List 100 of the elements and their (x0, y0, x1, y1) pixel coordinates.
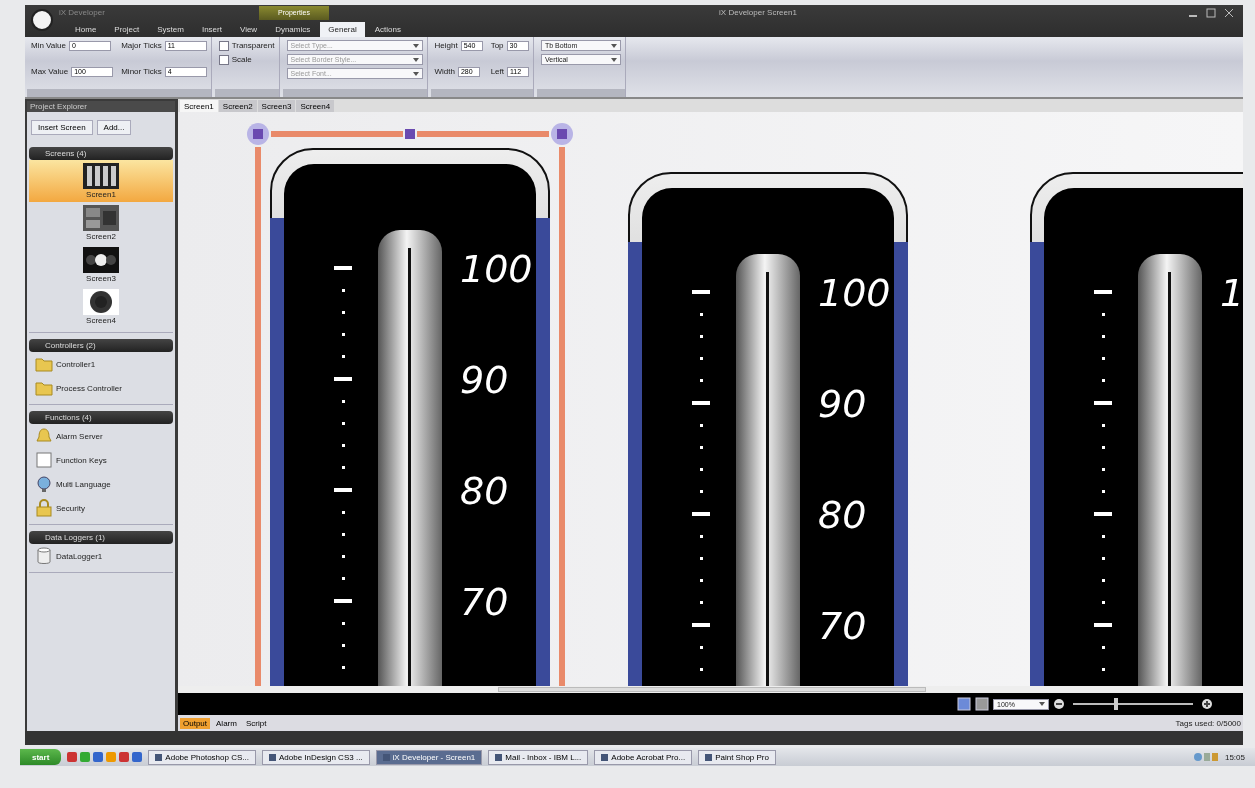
database-icon (35, 547, 53, 565)
screen-item[interactable]: Screen2 (29, 202, 173, 244)
field-label: Major Ticks (121, 41, 162, 50)
item-label: Function Keys (56, 455, 107, 465)
menu-tab[interactable]: System (149, 22, 192, 37)
item-label: DataLogger1 (56, 551, 103, 561)
scale-label: 80 (460, 469, 509, 513)
horizontal-scrollbar[interactable] (178, 686, 1243, 693)
field-label: Width (434, 67, 455, 76)
app-icon (132, 752, 143, 762)
app-icon (106, 752, 117, 762)
field-label: Top (490, 41, 504, 50)
quick-access-title: iX Developer (59, 8, 105, 17)
field-label: Minor Ticks (121, 67, 162, 76)
screen-thumbnail (83, 247, 119, 273)
list-item[interactable]: DataLogger1 (29, 544, 173, 568)
screen-thumbnail (83, 163, 119, 189)
view-mode-icon (957, 697, 971, 711)
checkbox-label: Scale (231, 55, 252, 64)
item-label: Security (56, 503, 85, 513)
view-mode-icon (975, 697, 989, 711)
checkbox[interactable] (218, 40, 229, 51)
section-header[interactable]: Data Loggers (1) (29, 531, 173, 544)
list-item[interactable]: Controller1 (29, 352, 173, 376)
bell-icon (35, 427, 53, 445)
screen-item[interactable]: Screen1 (29, 160, 173, 202)
app-icon (119, 752, 130, 762)
screen-item[interactable]: Screen4 (29, 286, 173, 328)
taskbar-app[interactable]: iX Developer - Screen1 (375, 749, 483, 765)
tray-icon (1192, 752, 1219, 762)
field-label: Max Value (31, 67, 69, 76)
menu-tab[interactable]: Project (106, 22, 148, 37)
ribbon-tab[interactable]: Actions (366, 22, 409, 37)
clock: 15:05 (1224, 752, 1245, 762)
toolbar-button[interactable]: Insert Screen (31, 120, 93, 135)
taskbar-app[interactable]: Adobe Photoshop CS... (148, 749, 256, 765)
rotate-handle[interactable] (551, 123, 573, 145)
panel-header: Project Explorer (27, 101, 175, 112)
document-tab[interactable]: Screen3 (257, 100, 296, 112)
checkbox[interactable] (218, 54, 229, 65)
list-item[interactable]: Multi Language (29, 472, 173, 496)
thermometer-gauge[interactable]: 100 90 80 70 (628, 172, 908, 686)
field-label: Left (490, 67, 504, 76)
scale-label: 100 (818, 271, 891, 315)
ribbon-tab[interactable]: General (320, 22, 365, 37)
app-icon (80, 752, 91, 762)
thermometer-gauge[interactable]: 1 (1030, 172, 1243, 686)
scale-label: 90 (818, 382, 867, 426)
window-title: iX Developer Screen1 (719, 8, 797, 17)
section-header[interactable]: Functions (4) (29, 411, 173, 424)
field-label: Height (434, 41, 458, 50)
zoom-in-icon (1201, 698, 1213, 710)
scale-label: 90 (460, 358, 509, 402)
status-text: Tags used: 0/5000 (1175, 718, 1241, 728)
list-item[interactable]: Security (29, 496, 173, 520)
taskbar-app[interactable]: Paint Shop Pro (698, 749, 776, 765)
scale-label: 70 (460, 580, 509, 624)
folder-icon (35, 355, 53, 373)
taskbar-app[interactable]: Mail - Inbox - IBM L... (488, 749, 589, 765)
output-tab[interactable]: Output (180, 717, 210, 729)
logo-icon (31, 9, 53, 31)
item-label: Process Controller (56, 383, 122, 393)
section-header[interactable]: Controllers (2) (29, 339, 173, 352)
menu-tab[interactable]: Insert (193, 22, 230, 37)
screen-item[interactable]: Screen3 (29, 244, 173, 286)
menu-tab[interactable]: Dynamics (267, 22, 319, 37)
item-label: Multi Language (56, 479, 111, 489)
screen-label: Screen4 (86, 316, 116, 325)
field-label: Min Value (31, 41, 66, 50)
scale-label: 80 (818, 493, 867, 537)
lock-icon (35, 499, 53, 517)
taskbar-app[interactable]: Adobe InDesign CS3 ... (261, 749, 370, 765)
item-label: Alarm Server (56, 431, 103, 441)
thermometer-gauge[interactable]: 100 90 80 70 (270, 148, 550, 686)
screen-thumbnail (83, 289, 119, 315)
document-tab[interactable]: Screen1 (180, 100, 218, 112)
output-tab[interactable]: Script (242, 717, 270, 729)
list-item[interactable]: Process Controller (29, 376, 173, 400)
resize-handle[interactable] (247, 123, 269, 145)
menu-tab[interactable]: Home (67, 22, 105, 37)
app-icon (67, 752, 78, 762)
window-controls-icon[interactable] (1187, 7, 1235, 18)
output-tab[interactable]: Alarm (213, 717, 240, 729)
list-item[interactable]: Alarm Server (29, 424, 173, 448)
section-header[interactable]: Screens (4) (29, 147, 173, 160)
resize-handle[interactable] (405, 129, 415, 139)
screen-label: Screen1 (86, 190, 116, 199)
document-tab[interactable]: Screen2 (218, 100, 257, 112)
app-icon (93, 752, 104, 762)
toolbar-button[interactable]: Add... (96, 120, 132, 135)
globe-icon (35, 475, 53, 493)
item-label: Controller1 (56, 359, 96, 369)
menu-tab[interactable]: View (231, 22, 266, 37)
document-tab[interactable]: Screen4 (296, 100, 335, 112)
taskbar-app[interactable]: Adobe Acrobat Pro... (594, 749, 693, 765)
zoom-out-icon (1053, 698, 1065, 710)
scale-label: 70 (818, 604, 867, 648)
screen-thumbnail (83, 205, 119, 231)
folder-icon (35, 379, 53, 397)
list-item[interactable]: Function Keys (29, 448, 173, 472)
